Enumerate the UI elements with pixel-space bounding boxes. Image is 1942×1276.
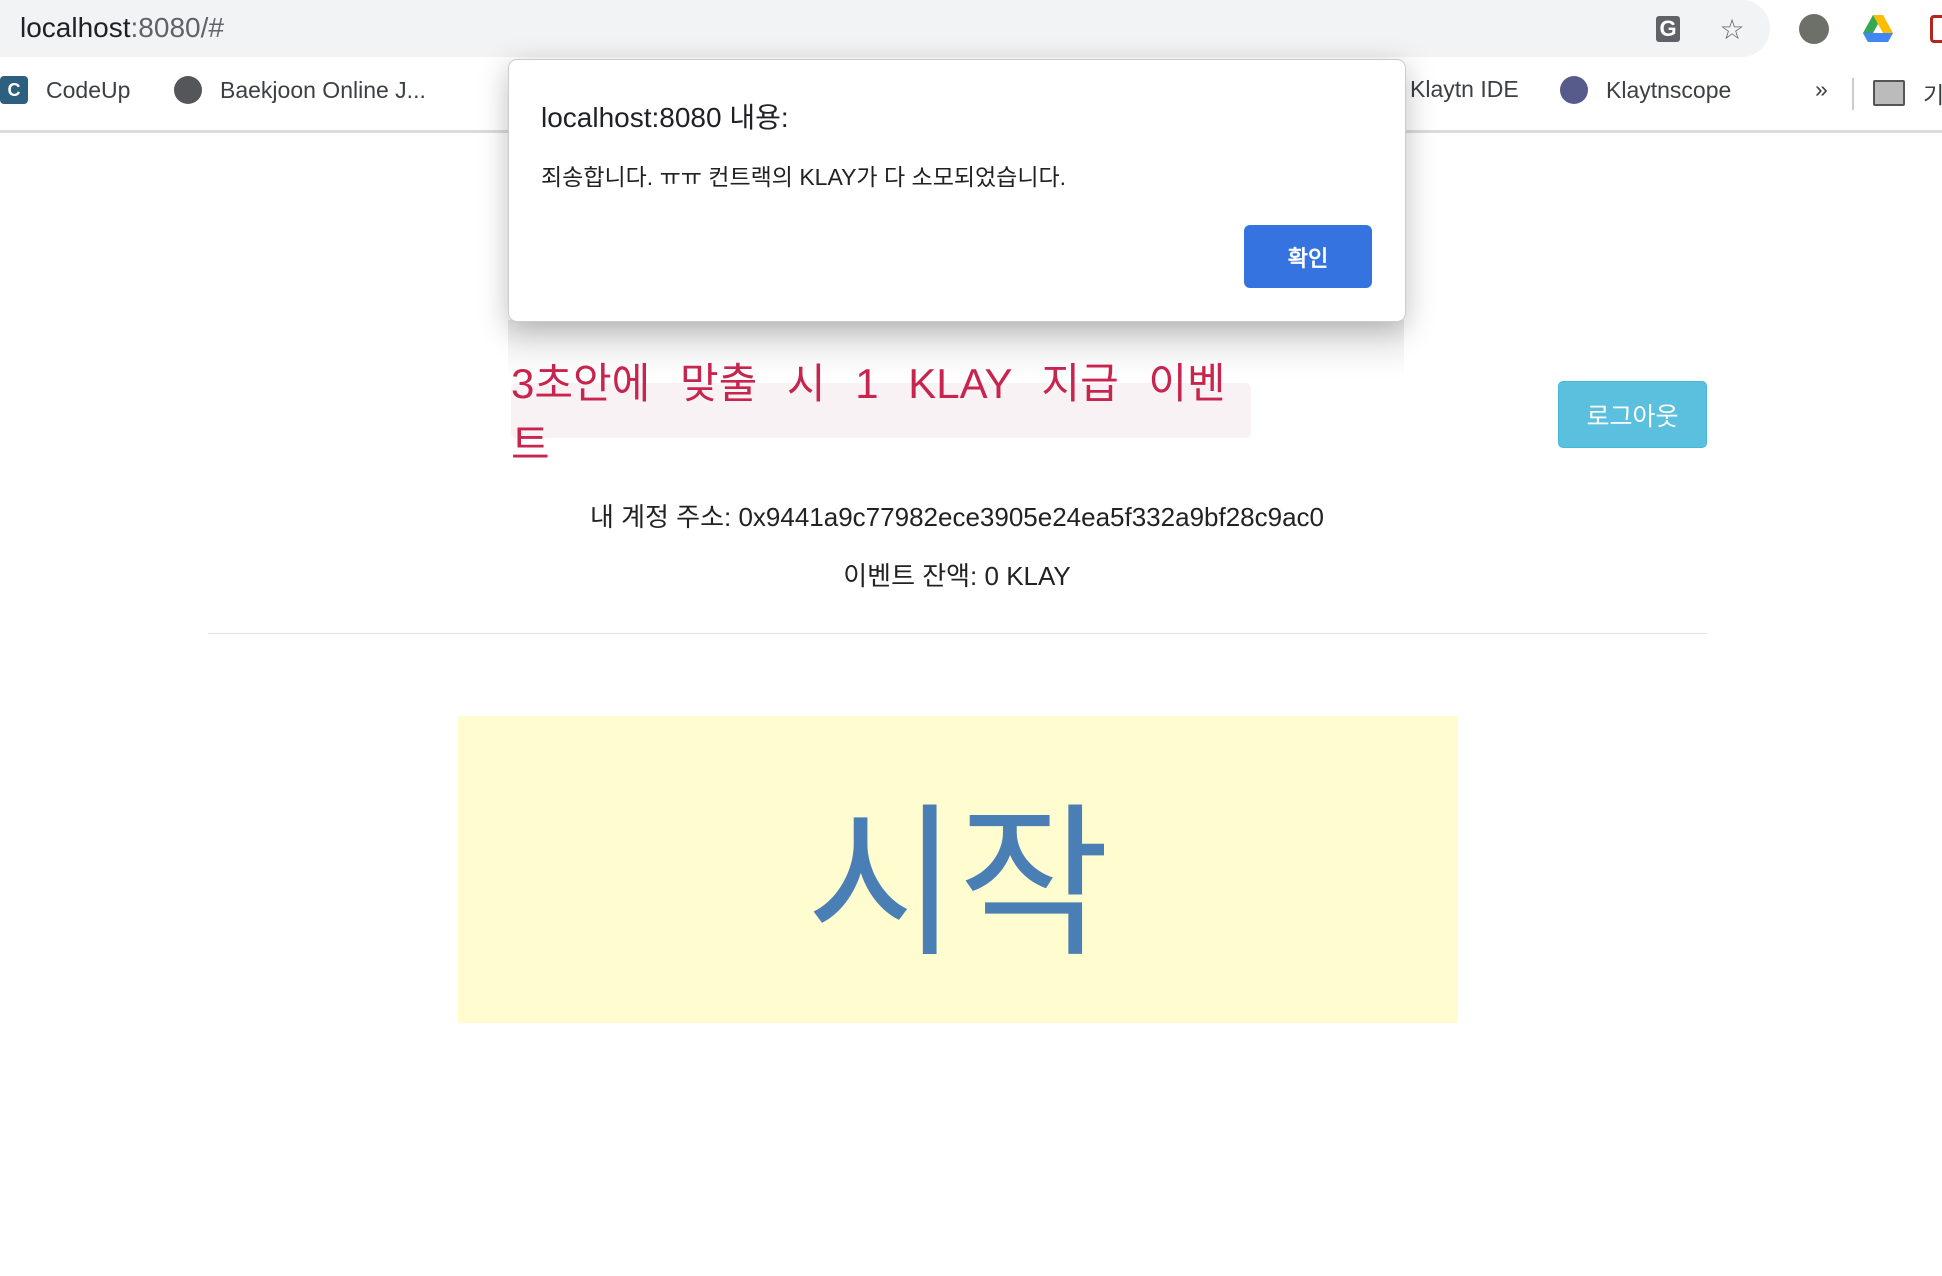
bookmark-label: CodeUp [46,76,131,103]
bookmark-codeup[interactable]: C CodeUp [0,76,130,104]
bookmark-label: 기 [1923,82,1942,108]
klaytn-icon [1560,76,1588,104]
url-text[interactable]: localhost:8080/# [20,12,224,44]
logout-button[interactable]: 로그아웃 [1558,381,1707,448]
folder-icon [1873,80,1905,106]
address-bar[interactable] [0,0,1770,57]
dialog-message: 죄송합니다. ㅠㅠ 컨트랙의 KLAY가 다 소모되었습니다. [541,164,1067,190]
account-address: 내 계정 주소: 0x9441a9c77982ece3905e24ea5f332… [589,502,1325,532]
bookmark-label: Baekjoon Online J... [220,76,426,103]
bookmark-folder[interactable]: 기 [1873,76,1942,110]
record-extension-icon[interactable] [1928,13,1942,45]
ok-button[interactable]: 확인 [1244,225,1372,288]
star-icon[interactable]: ☆ [1716,13,1748,45]
dialog-title: localhost:8080 내용: [541,102,789,133]
start-button[interactable]: 시작 [458,716,1458,1023]
google-drive-icon[interactable] [1862,13,1894,45]
event-balance: 이벤트 잔액: 0 KLAY [843,561,1071,591]
more-label: » [1815,76,1828,102]
more-bookmarks-button[interactable]: » [1815,76,1828,103]
url-host: localhost [20,12,131,43]
bookmark-label: Klaytnscope [1606,76,1732,103]
klaytn-extension-icon[interactable] [1798,13,1830,45]
bookmark-klaytn-ide[interactable]: Klaytn IDE [1410,76,1519,103]
divider [1852,78,1854,110]
bookmark-label: Klaytn IDE [1410,76,1519,102]
codeup-icon: C [0,76,28,104]
url-path: :8080/# [130,12,224,43]
globe-icon [174,76,202,104]
event-banner: 3초안에 맞출 시 1 KLAY 지급 이벤트 [511,360,1251,468]
translate-icon[interactable]: G [1652,13,1684,45]
divider [208,633,1707,634]
bookmark-klaytnscope[interactable]: Klaytnscope [1560,76,1731,104]
bookmark-baekjoon[interactable]: Baekjoon Online J... [174,76,426,104]
alert-dialog: localhost:8080 내용: 죄송합니다. ㅠㅠ 컨트랙의 KLAY가 … [508,59,1406,322]
